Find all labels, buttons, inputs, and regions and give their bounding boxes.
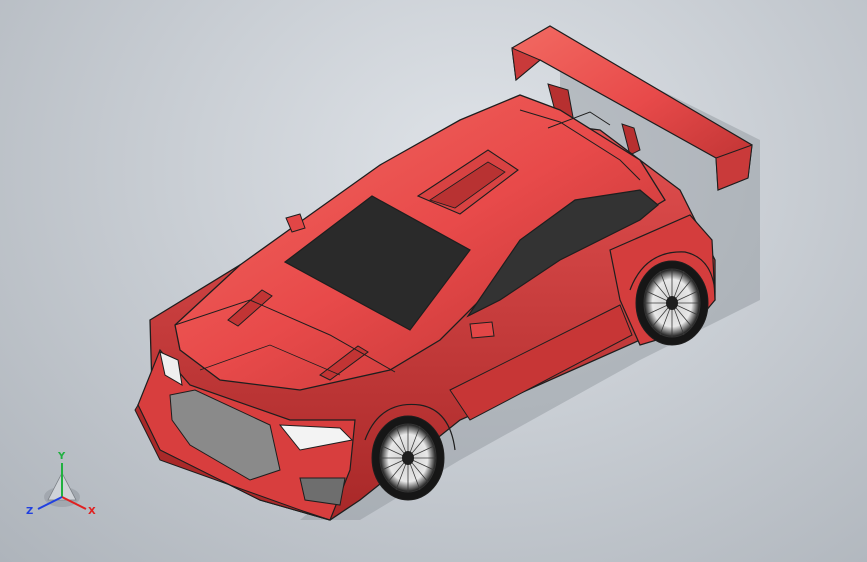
axis-triad: Y X Z	[26, 451, 96, 517]
y-axis-label: Y	[57, 451, 66, 462]
car-model[interactable]	[0, 0, 867, 562]
z-axis-label: Z	[26, 506, 33, 517]
rear-wheel[interactable]	[635, 260, 709, 346]
graphics-viewport[interactable]: Y X Z	[0, 0, 867, 562]
x-axis-label: X	[88, 506, 96, 517]
mirror-right	[469, 321, 495, 339]
front-wheel[interactable]	[371, 415, 445, 501]
